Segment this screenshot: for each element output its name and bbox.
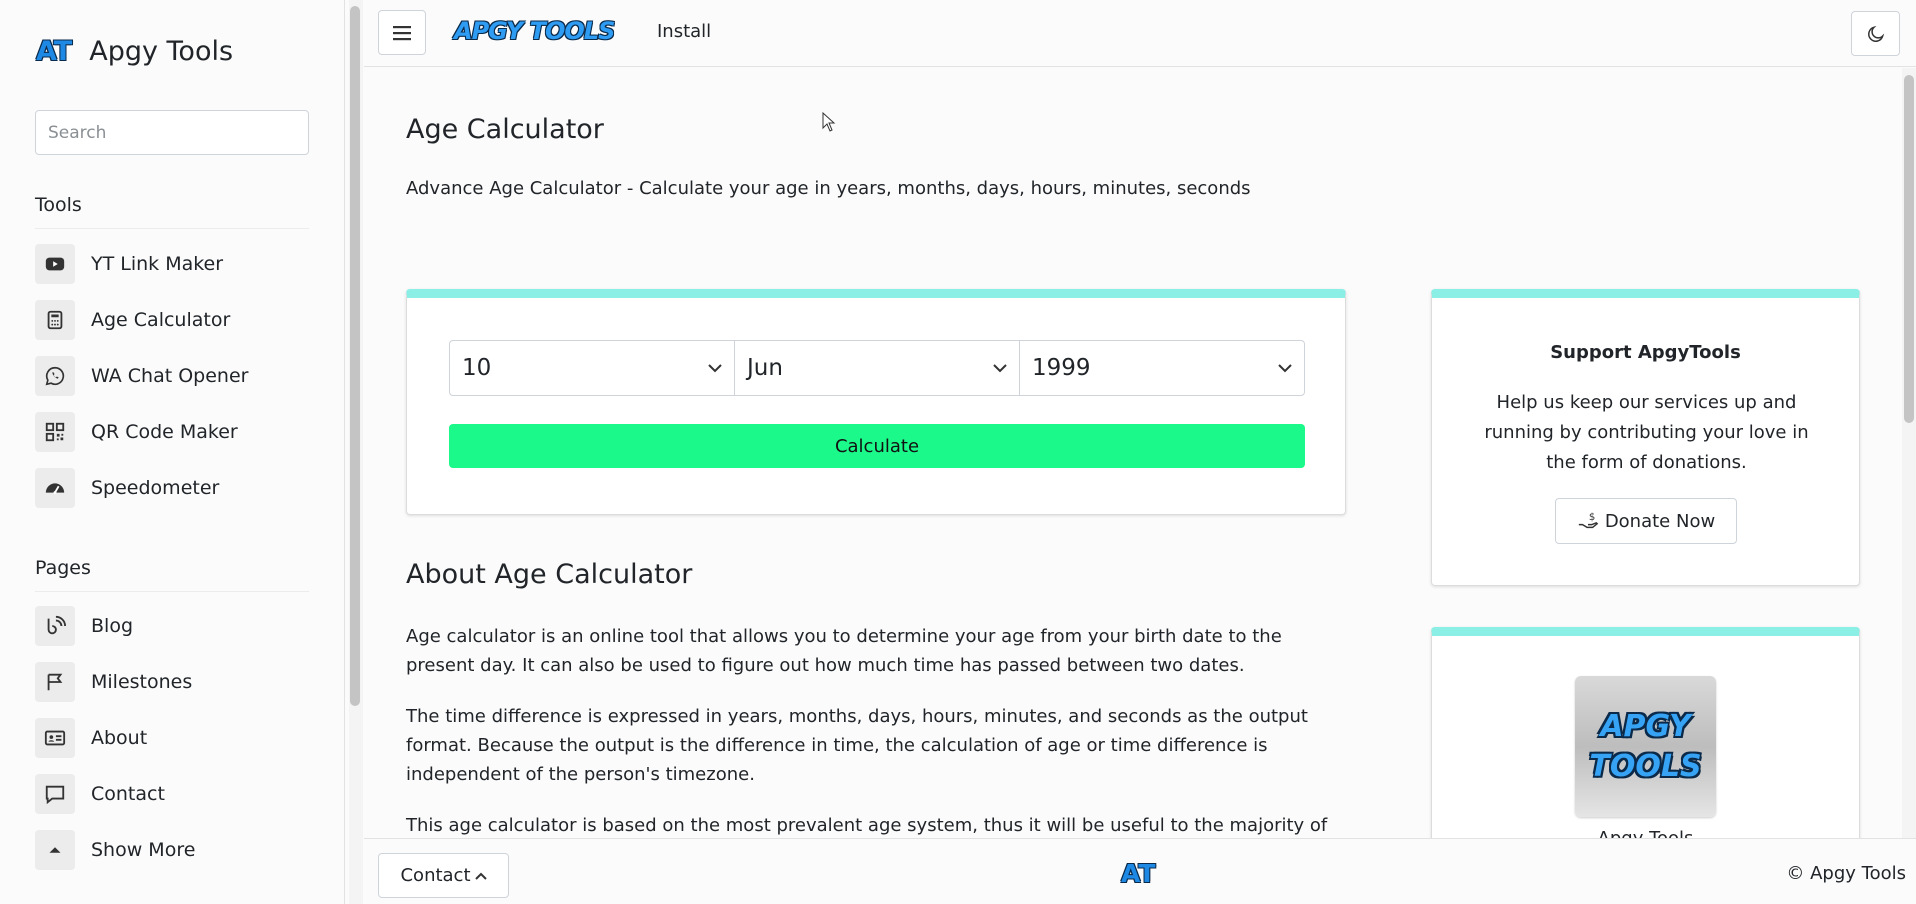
sidebar-item-label: QR Code Maker	[91, 421, 238, 443]
whatsapp-icon	[35, 356, 75, 396]
hamburger-icon	[393, 25, 411, 40]
chevron-down-icon	[1278, 363, 1292, 372]
sidebar-item-wa-chat-opener[interactable]: WA Chat Opener	[35, 354, 309, 398]
footer: Contact AT © Apgy Tools	[364, 838, 1916, 904]
sidebar-item-qr-code-maker[interactable]: QR Code Maker	[35, 410, 309, 454]
moon-icon	[1867, 25, 1884, 42]
chevron-up-icon	[35, 830, 75, 870]
brand-logo: AT	[36, 36, 72, 67]
calculate-button[interactable]: Calculate	[449, 424, 1305, 468]
year-value: 1999	[1032, 355, 1091, 381]
menu-toggle-button[interactable]	[378, 10, 426, 55]
sidebar-item-contact[interactable]: Contact	[35, 772, 309, 816]
sidebar-scrollbar-thumb[interactable]	[350, 6, 360, 706]
year-select[interactable]: 1999	[1019, 340, 1305, 396]
support-card: Support ApgyTools Help us keep our servi…	[1431, 289, 1860, 586]
main-content: Age Calculator Advance Age Calculator - …	[364, 68, 1916, 838]
main-scrollbar-thumb[interactable]	[1904, 75, 1914, 423]
pages-heading: Pages	[35, 557, 309, 592]
logo-line-2: TOOLS	[1589, 748, 1702, 784]
sidebar-item-show-more[interactable]: Show More	[35, 828, 309, 872]
logo-line-1: APGY	[1600, 708, 1691, 744]
hand-donate-icon: $	[1578, 512, 1599, 529]
birthdate-selects: 10 Jun 1999	[449, 340, 1305, 396]
sidebar-item-label: Contact	[91, 783, 165, 805]
sidebar-item-blog[interactable]: Blog	[35, 604, 309, 648]
logo-caption: Apgy Tools	[1432, 828, 1859, 838]
top-logo[interactable]: APGY TOOLS	[454, 17, 615, 45]
logo-card: APGY TOOLS Apgy Tools	[1431, 627, 1860, 838]
sidebar-item-yt-link-maker[interactable]: YT Link Maker	[35, 242, 309, 286]
top-bar: APGY TOOLS Install	[364, 0, 1916, 67]
donate-label: Donate Now	[1604, 510, 1716, 532]
about-paragraph: The time difference is expressed in year…	[406, 706, 1308, 785]
sidebar-item-label: Milestones	[91, 671, 193, 693]
contact-button[interactable]: Contact	[378, 853, 509, 898]
id-card-icon	[35, 718, 75, 758]
chevron-down-icon	[993, 363, 1007, 372]
speedometer-icon	[35, 468, 75, 508]
calculator-card: 10 Jun 1999 Calculate	[406, 289, 1346, 515]
sidebar: AT Apgy Tools Tools YT Link Maker Age Ca…	[0, 0, 345, 904]
youtube-icon	[35, 244, 75, 284]
qr-code-icon	[35, 412, 75, 452]
sidebar-item-label: Speedometer	[91, 477, 220, 499]
day-select[interactable]: 10	[449, 340, 735, 396]
sidebar-item-age-calculator[interactable]: Age Calculator	[35, 298, 309, 342]
about-paragraph: Age calculator is an online tool that al…	[406, 626, 1282, 676]
footer-logo[interactable]: AT	[1121, 859, 1155, 888]
about-heading: About Age Calculator	[406, 559, 693, 590]
flag-icon	[35, 662, 75, 702]
sidebar-item-about[interactable]: About	[35, 716, 309, 760]
sidebar-item-label: About	[91, 727, 148, 749]
chat-icon	[35, 774, 75, 814]
month-value: Jun	[747, 355, 783, 381]
blog-icon	[35, 606, 75, 646]
support-text: Help us keep our services up and running…	[1484, 392, 1809, 473]
theme-toggle-button[interactable]	[1851, 11, 1900, 56]
brand-name: Apgy Tools	[89, 36, 234, 67]
chevron-down-icon	[708, 363, 722, 372]
sidebar-item-label: YT Link Maker	[91, 253, 224, 275]
month-select[interactable]: Jun	[734, 340, 1020, 396]
chevron-up-icon	[474, 872, 487, 880]
sidebar-item-speedometer[interactable]: Speedometer	[35, 466, 309, 510]
day-value: 10	[462, 355, 492, 381]
sidebar-item-label: WA Chat Opener	[91, 365, 249, 387]
apgy-tools-logo-image: APGY TOOLS	[1575, 676, 1716, 817]
mouse-cursor-icon	[822, 112, 836, 132]
search-input[interactable]	[35, 110, 309, 155]
copyright-text: © Apgy Tools	[1786, 863, 1906, 884]
about-paragraph: This age calculator is based on the most…	[406, 815, 1328, 836]
svg-text:$: $	[1589, 512, 1595, 523]
support-title: Support ApgyTools	[1550, 342, 1741, 363]
brand[interactable]: AT Apgy Tools	[36, 36, 233, 67]
page-description: Advance Age Calculator - Calculate your …	[406, 178, 1251, 199]
install-link[interactable]: Install	[657, 21, 711, 42]
calculator-icon	[35, 300, 75, 340]
sidebar-item-label: Show More	[91, 839, 196, 861]
tools-heading: Tools	[35, 194, 309, 229]
sidebar-item-label: Age Calculator	[91, 309, 231, 331]
contact-label: Contact	[400, 865, 471, 886]
page-title: Age Calculator	[406, 114, 604, 145]
sidebar-item-label: Blog	[91, 615, 133, 637]
donate-button[interactable]: $ Donate Now	[1555, 498, 1737, 544]
sidebar-item-milestones[interactable]: Milestones	[35, 660, 309, 704]
